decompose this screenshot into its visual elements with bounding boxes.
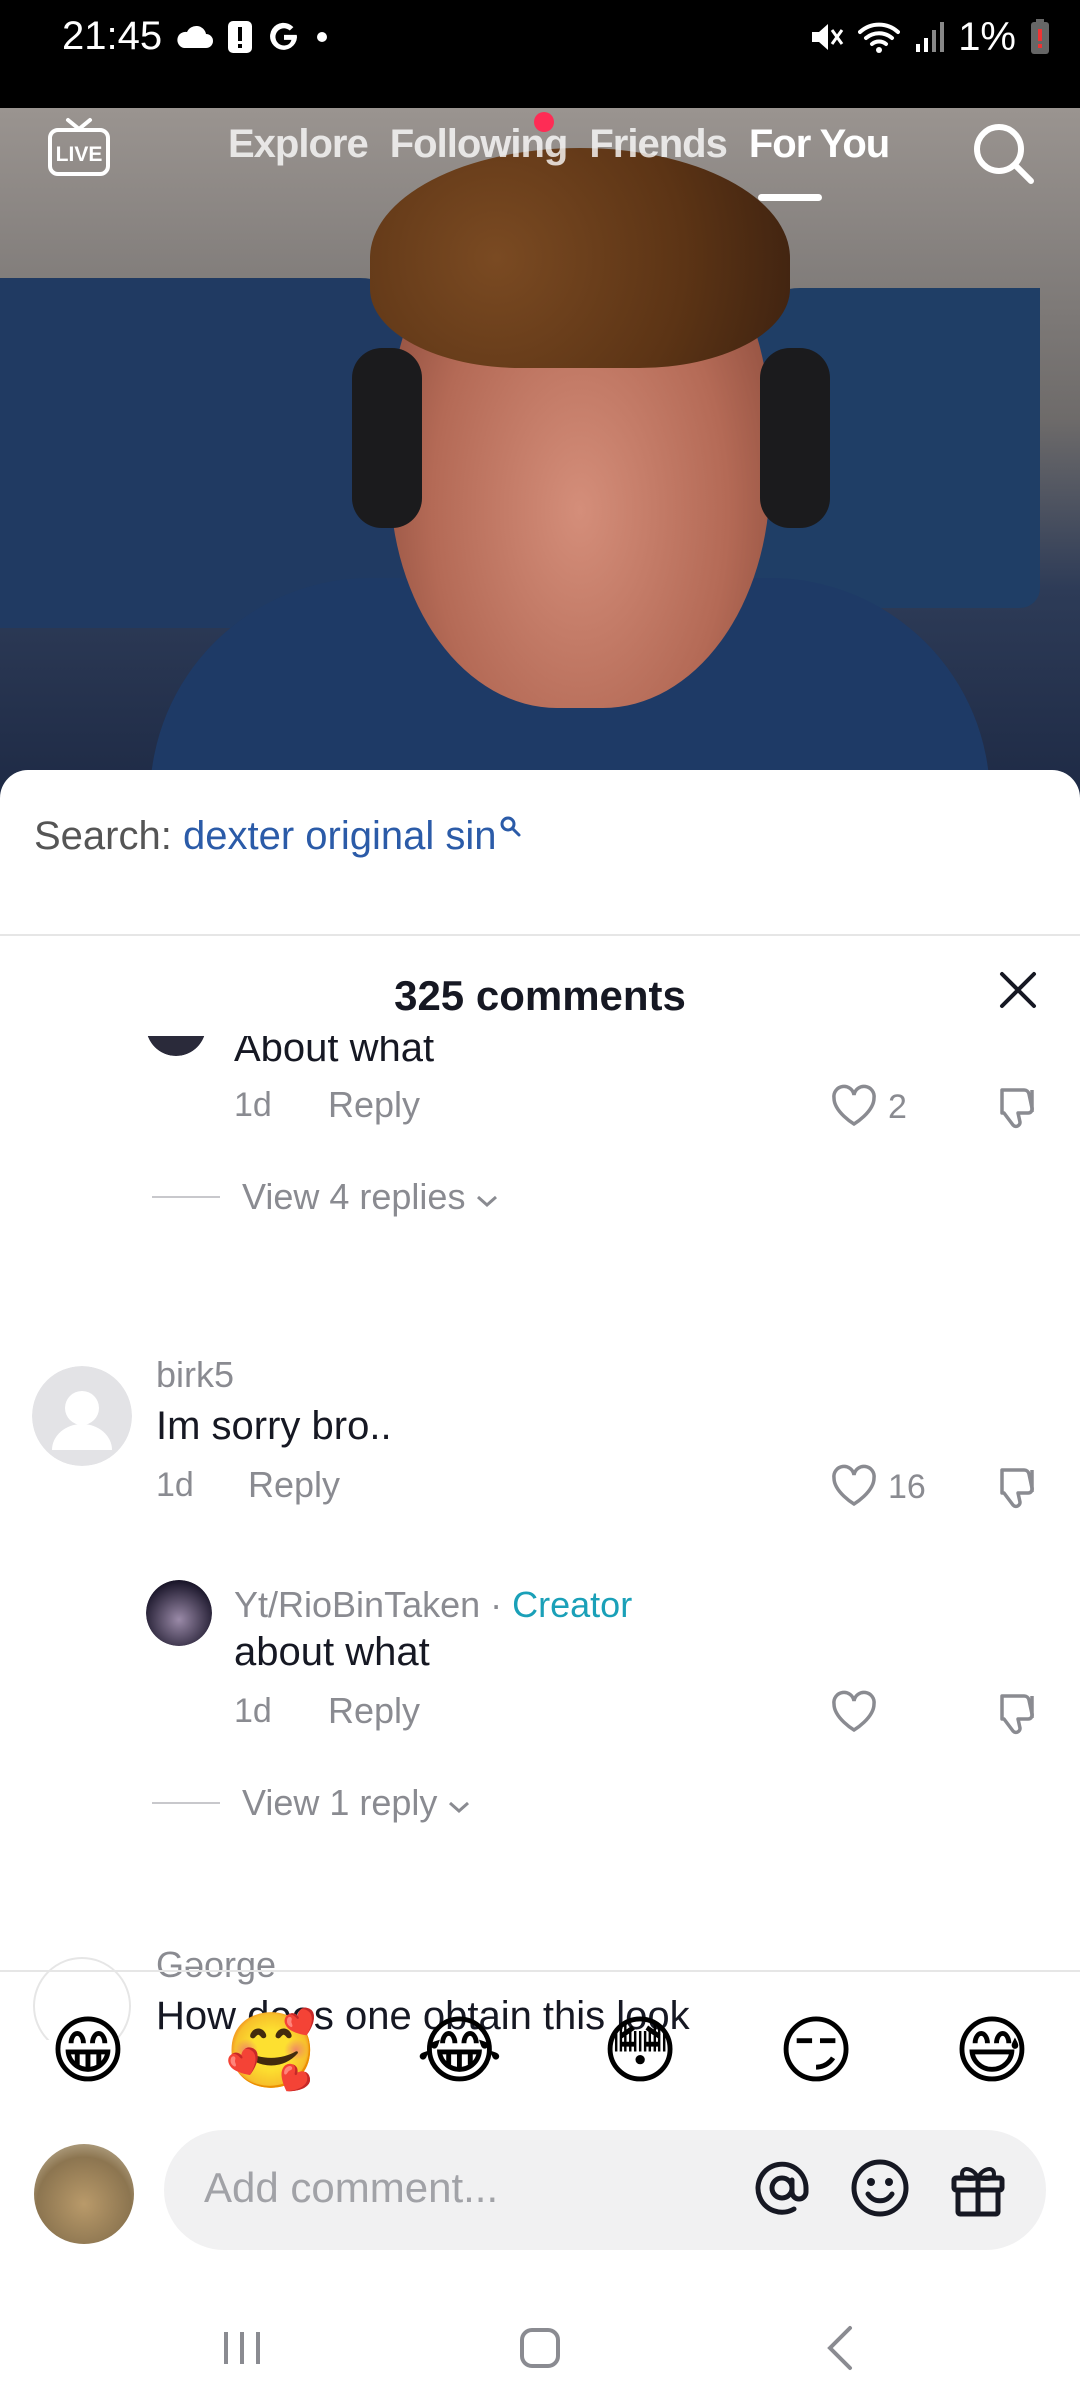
live-label: LIVE xyxy=(56,143,103,166)
comment-list[interactable]: About what 1d Reply 2 View 4 replies bir… xyxy=(0,1036,1080,2040)
heart-icon[interactable] xyxy=(830,1690,878,1734)
mention-icon[interactable] xyxy=(750,2156,814,2220)
divider xyxy=(0,934,1080,936)
video-scene-headphone xyxy=(352,348,422,528)
gift-icon[interactable] xyxy=(946,2156,1010,2220)
active-tab-indicator xyxy=(758,194,822,201)
status-bar: 21:45 1% xyxy=(0,0,1080,108)
view-replies-link[interactable]: View 4 replies xyxy=(242,1176,499,1218)
home-icon[interactable] xyxy=(510,2318,570,2378)
search-suggestion[interactable]: Search: dexter original sin xyxy=(34,814,522,859)
chevron-down-icon xyxy=(477,1195,498,1208)
comment-age: 1d xyxy=(156,1466,194,1504)
like-count: 2 xyxy=(888,1088,907,1126)
battery-icon xyxy=(1031,19,1049,54)
creator-username: Yt/RioBinTaken xyxy=(234,1584,481,1625)
comment-username[interactable]: Yt/RioBinTaken · Creator xyxy=(234,1584,632,1626)
emoji-button[interactable]: 😁 xyxy=(49,2008,126,2094)
emoji-button[interactable]: 😅 xyxy=(953,2008,1030,2094)
like-count: 16 xyxy=(888,1468,926,1506)
alert-icon xyxy=(228,21,252,53)
live-icon[interactable]: LIVE xyxy=(46,114,112,180)
search-suggestion-query: dexter original sin xyxy=(182,814,497,858)
input-icons xyxy=(750,2156,1010,2220)
top-nav: LIVE Explore Following Friends For You xyxy=(0,108,1080,228)
close-icon[interactable] xyxy=(994,966,1042,1014)
battery-text: 1% xyxy=(958,14,1016,59)
view-replies-text: View 4 replies xyxy=(242,1176,466,1217)
comment-input-placeholder: Add comment... xyxy=(204,2164,499,2211)
dot-icon xyxy=(317,32,327,42)
cloud-icon xyxy=(177,25,213,48)
tab-friends[interactable]: Friends xyxy=(589,122,727,167)
back-icon[interactable] xyxy=(812,2318,872,2378)
username-separator: · xyxy=(480,1584,513,1625)
comment-age: 1d xyxy=(234,1086,272,1124)
recent-apps-icon[interactable] xyxy=(212,2318,272,2378)
heart-icon[interactable] xyxy=(830,1464,878,1508)
comments-sheet: Search: dexter original sin 325 comments… xyxy=(0,770,1080,2408)
emoji-button[interactable]: 🥰 xyxy=(225,2008,317,2095)
avatar[interactable] xyxy=(146,1580,212,1646)
heart-icon[interactable] xyxy=(830,1084,878,1128)
comment-text: about what xyxy=(234,1630,430,1674)
reply-button[interactable]: Reply xyxy=(328,1690,420,1732)
system-nav-bar xyxy=(0,2290,1080,2408)
comment-input-row: Add comment... xyxy=(0,2130,1080,2250)
emoji-button[interactable]: 😂 xyxy=(416,2008,502,2094)
signal-icon xyxy=(916,22,945,52)
view-replies-link[interactable]: View 1 reply xyxy=(242,1782,471,1824)
nav-tabs: Explore Following Friends For You xyxy=(228,122,890,167)
search-suggestion-prefix: Search: xyxy=(34,814,183,858)
avatar[interactable] xyxy=(146,1036,206,1056)
comment-username[interactable]: Gəorge xyxy=(156,1944,276,1986)
avatar[interactable] xyxy=(32,1366,132,1466)
comment-text: About what xyxy=(234,1036,435,1070)
status-time: 21:45 xyxy=(62,14,163,58)
dislike-icon[interactable] xyxy=(994,1688,1044,1738)
small-search-icon xyxy=(500,816,521,837)
my-avatar[interactable] xyxy=(34,2144,134,2244)
emoji-button[interactable]: 😏 xyxy=(777,2008,854,2094)
video-scene-headphone-right xyxy=(760,348,830,528)
emoji-button[interactable]: 😳 xyxy=(602,2008,679,2094)
reply-button[interactable]: Reply xyxy=(248,1464,340,1506)
comment-username[interactable]: birk5 xyxy=(156,1354,234,1396)
divider xyxy=(0,1970,1080,1972)
comments-count-title: 325 comments xyxy=(394,972,686,1019)
creator-badge: Creator xyxy=(512,1584,633,1625)
tab-for-you[interactable]: For You xyxy=(749,122,890,167)
quick-emoji-bar: 😁 🥰 😂 😳 😏 😅 xyxy=(0,1996,1080,2106)
comment-age: 1d xyxy=(234,1692,272,1730)
reply-button[interactable]: Reply xyxy=(328,1084,420,1126)
status-icons-left xyxy=(175,14,329,60)
google-icon xyxy=(270,22,297,50)
comment-text: Im sorry bro.. xyxy=(156,1404,392,1448)
emoji-icon[interactable] xyxy=(848,2156,912,2220)
tab-explore[interactable]: Explore xyxy=(228,122,369,167)
dislike-icon[interactable] xyxy=(994,1082,1044,1132)
mute-icon xyxy=(812,24,844,50)
following-notification-dot xyxy=(534,112,554,132)
view-replies-line xyxy=(152,1196,220,1198)
wifi-icon xyxy=(858,22,901,53)
chevron-down-icon xyxy=(449,1801,470,1814)
view-replies-line xyxy=(152,1802,220,1804)
search-icon[interactable] xyxy=(968,118,1038,188)
status-icons-right: 1% xyxy=(808,14,1050,60)
view-replies-text: View 1 reply xyxy=(242,1782,438,1823)
comment-input[interactable]: Add comment... xyxy=(164,2130,1046,2250)
dislike-icon[interactable] xyxy=(994,1462,1044,1512)
